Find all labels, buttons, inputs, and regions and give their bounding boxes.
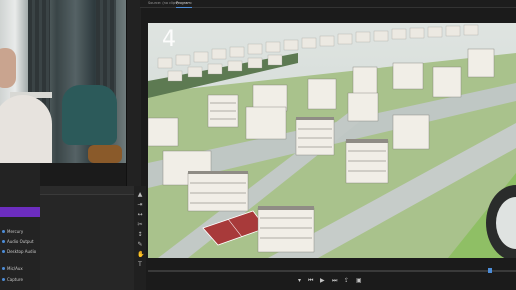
tab-program-monitor[interactable]: Program: bbox=[176, 0, 192, 8]
project-panel bbox=[40, 186, 140, 290]
track-row[interactable]: Mic/Aux bbox=[0, 264, 40, 273]
overlay-step-number: 4 bbox=[162, 27, 176, 52]
text-tool-icon[interactable]: T bbox=[137, 262, 143, 268]
webcam-feed bbox=[0, 0, 126, 163]
add-marker-icon[interactable]: ▾ bbox=[298, 276, 301, 286]
timeline-clip-bar[interactable] bbox=[0, 207, 40, 217]
track-row[interactable]: Desktop Audio bbox=[0, 247, 40, 256]
step-forward-icon[interactable]: ⏭ bbox=[332, 276, 337, 286]
track-dot-icon bbox=[2, 240, 5, 243]
play-icon[interactable]: ▶ bbox=[320, 276, 325, 286]
lift-icon[interactable]: ⇪ bbox=[344, 276, 349, 286]
track-dot-icon bbox=[2, 278, 5, 281]
armchair bbox=[62, 85, 117, 145]
track-dot-icon bbox=[2, 267, 5, 270]
pillow bbox=[88, 145, 122, 163]
track-dot-icon bbox=[2, 250, 5, 253]
selection-tool-icon[interactable]: ▲ bbox=[137, 192, 143, 198]
slip-tool-icon[interactable]: ↕ bbox=[137, 232, 143, 238]
transport-controls: ▾ ⏮ ▶ ⏭ ⇪ ▣ bbox=[148, 276, 516, 286]
step-back-icon[interactable]: ⏮ bbox=[308, 276, 313, 286]
track-row[interactable]: Mercury bbox=[0, 227, 40, 236]
timeline-track-headers: Mercury Audio Output Desktop Audio Mic/A… bbox=[0, 163, 40, 290]
city-render bbox=[148, 23, 516, 258]
track-dot-icon bbox=[2, 230, 5, 233]
track-select-tool-icon[interactable]: ⇥ bbox=[137, 202, 143, 208]
tools-panel: ▲ ⇥ ↔ ✂ ↕ ✎ ✋ T bbox=[134, 186, 146, 290]
panel-divider bbox=[126, 0, 141, 186]
program-scrubber[interactable] bbox=[148, 270, 516, 272]
person-head bbox=[0, 48, 16, 88]
monitor-header: Source: (no clips) Program: bbox=[140, 0, 516, 8]
playhead-marker[interactable] bbox=[488, 268, 492, 273]
ripple-edit-tool-icon[interactable]: ↔ bbox=[137, 212, 143, 218]
track-row[interactable]: Audio Output bbox=[0, 237, 40, 246]
person-body bbox=[0, 95, 52, 163]
export-frame-icon[interactable]: ▣ bbox=[356, 276, 362, 286]
hand-tool-icon[interactable]: ✋ bbox=[137, 252, 144, 258]
razor-tool-icon[interactable]: ✂ bbox=[137, 222, 143, 228]
program-video-frame[interactable]: 4 bbox=[148, 23, 516, 258]
track-row[interactable]: Capture bbox=[0, 275, 40, 284]
tab-source-monitor[interactable]: Source: (no clips) bbox=[148, 0, 178, 7]
pen-tool-icon[interactable]: ✎ bbox=[137, 242, 143, 248]
project-panel-tabs bbox=[40, 186, 140, 195]
